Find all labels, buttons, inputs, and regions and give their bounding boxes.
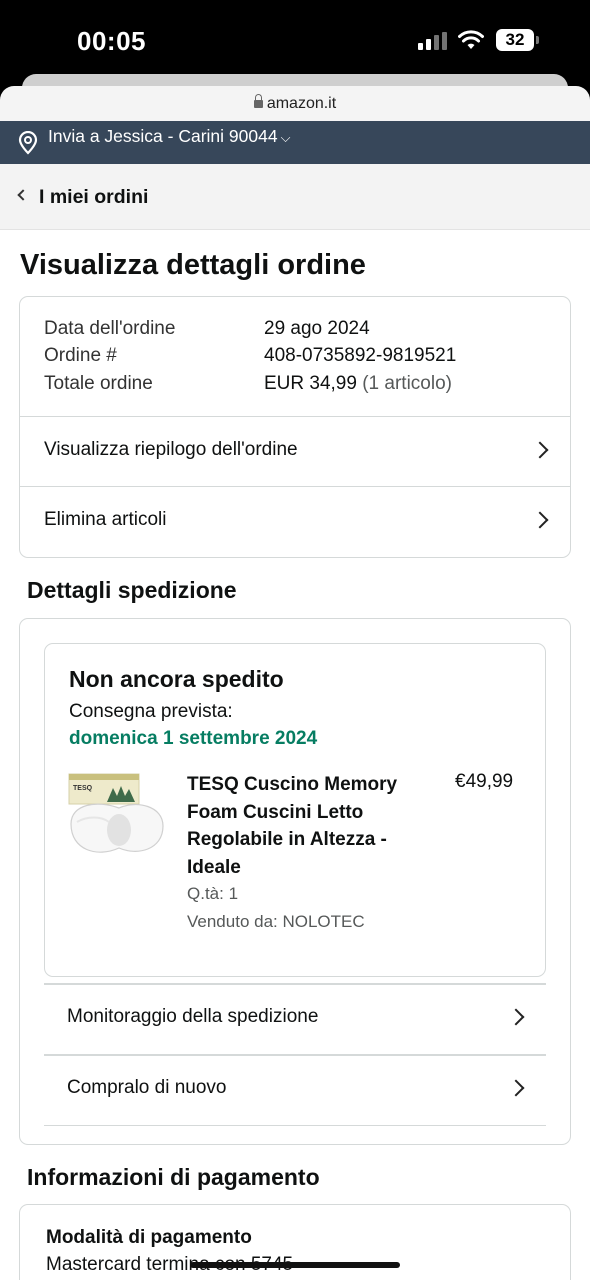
expected-delivery-date: domenica 1 settembre 2024 (69, 728, 318, 749)
track-shipment-row[interactable]: Monitoraggio della spedizione (44, 984, 546, 1054)
battery-indicator: 32 (496, 29, 534, 51)
box-brand: TESQ (73, 785, 93, 792)
expected-delivery-label: Consegna prevista: (69, 701, 233, 722)
shipment-item-card: Non ancora spedito Consegna prevista: do… (44, 643, 546, 977)
home-indicator[interactable] (190, 1262, 400, 1268)
back-link-label[interactable]: I miei ordini (39, 186, 148, 209)
chevron-right-icon (531, 441, 549, 459)
order-number-value: 408-0735892-9819521 (264, 345, 457, 366)
divider (44, 1125, 546, 1126)
chevron-right-icon (507, 1079, 525, 1097)
chevron-left-icon (17, 189, 29, 201)
product-quantity: Q.tà: 1 (187, 884, 239, 903)
order-date-label: Data dell'ordine (44, 318, 176, 339)
page-title: Visualizza dettagli ordine (20, 249, 366, 281)
order-details-page: I miei ordini Visualizza dettagli ordine… (0, 164, 590, 1280)
shipment-status: Non ancora spedito (69, 666, 284, 692)
order-total-label: Totale ordine (44, 373, 153, 394)
order-total-value: EUR 34,99 (1 articolo) (264, 373, 452, 395)
product-title[interactable]: TESQ Cuscino Memory Foam Cuscini Letto R… (187, 771, 432, 881)
remove-items-row[interactable]: Elimina articoli (20, 487, 570, 557)
track-shipment-label: Monitoraggio della spedizione (67, 1006, 319, 1027)
battery-tip (536, 36, 539, 44)
buy-again-row[interactable]: Compralo di nuovo (44, 1055, 546, 1125)
product-image[interactable]: TESQ (67, 770, 167, 870)
status-time: 00:05 (77, 26, 146, 56)
order-date-value: 29 ago 2024 (264, 318, 370, 339)
browser-address-bar[interactable]: amazon.it (0, 86, 590, 122)
order-number-label: Ordine # (44, 345, 117, 366)
status-bar: 00:05 32 (0, 0, 590, 78)
order-total-amount: EUR 34,99 (264, 373, 357, 394)
buy-again-label: Compralo di nuovo (67, 1077, 227, 1098)
url-display[interactable]: amazon.it (0, 94, 590, 113)
product-price: €49,99 (455, 771, 514, 792)
order-total-items: (1 articolo) (362, 373, 452, 394)
payment-section-title: Informazioni di pagamento (27, 1164, 320, 1190)
payment-card: Modalità di pagamento Mastercard termina… (19, 1204, 571, 1280)
shipment-card: Non ancora spedito Consegna prevista: do… (19, 618, 571, 1145)
view-order-summary-label: Visualizza riepilogo dell'ordine (44, 439, 298, 460)
url-text: amazon.it (266, 95, 337, 112)
back-navigation[interactable]: I miei ordini (0, 164, 590, 230)
deliver-to-label: Invia a Jessica - Carini 90044 (48, 126, 278, 146)
chevron-right-icon (507, 1008, 525, 1026)
chevron-right-icon (531, 511, 549, 529)
chevron-down-icon: ⌵ (280, 130, 291, 145)
view-order-summary-row[interactable]: Visualizza riepilogo dell'ordine (20, 417, 570, 487)
order-summary-card: Data dell'ordine 29 ago 2024 Ordine # 40… (19, 296, 571, 558)
payment-method-label: Modalità di pagamento (46, 1227, 252, 1248)
deliver-to-bar[interactable]: Invia a Jessica - Carini 90044 ⌵ (0, 121, 590, 164)
deliver-to-text[interactable]: Invia a Jessica - Carini 90044 ⌵ (48, 126, 290, 148)
lock-icon (253, 94, 263, 108)
location-pin-icon (18, 131, 38, 155)
remove-items-label: Elimina articoli (44, 509, 167, 530)
shipping-section-title: Dettagli spedizione (27, 577, 237, 603)
wifi-icon (458, 30, 484, 49)
product-seller: Venduto da: NOLOTEC (187, 912, 365, 931)
cellular-signal-icon (418, 32, 448, 50)
